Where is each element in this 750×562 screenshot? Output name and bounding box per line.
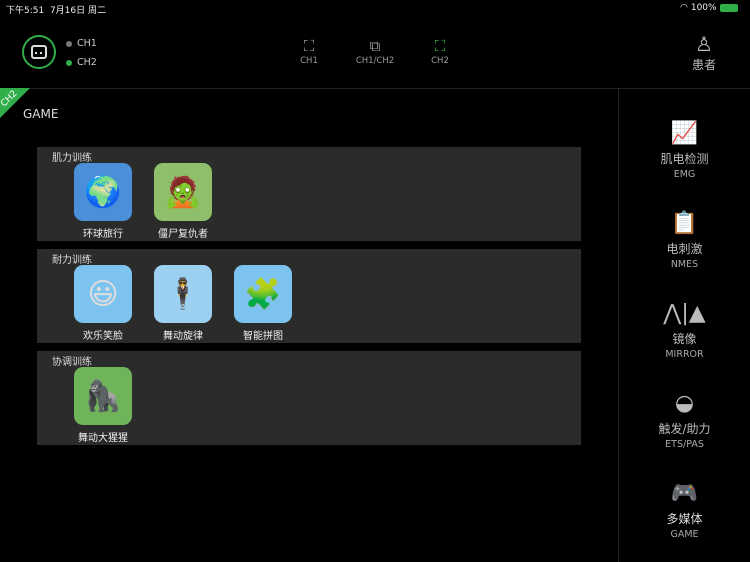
mode-ch2-button[interactable]: ⛶ CH2 [410,36,470,66]
game-label: 欢乐笑脸 [83,331,123,342]
status-time: 下午5:51 7月16日 周二 [6,6,106,16]
sidebar-icon: ⋀|▲ [663,301,706,326]
mode-ch1-button[interactable]: ⛶ CH1 [279,36,339,66]
device-button[interactable] [22,35,56,69]
expand-icon: ⛶ [303,37,315,55]
group-title: 肌力训练 [52,153,92,164]
channel-ch1: CH1 [66,38,97,49]
section-title: GAME [23,107,59,121]
game-app[interactable]: 🌍 环球旅行 [63,163,143,240]
game-app[interactable]: 🕴 舞动旋律 [143,265,223,342]
sidebar-item-mirror[interactable]: ⋀|▲ 镜像 MIRROR [619,298,750,360]
wifi-icon: ◠ [680,3,688,13]
sidebar-icon: 📈 [670,121,699,146]
game-icon[interactable]: 🧩 [234,265,292,323]
game-label: 僵尸复仇者 [158,229,208,240]
game-label: 舞动大猩猩 [78,433,128,444]
sidebar-item-emg[interactable]: 📈 肌电检测 EMG [619,118,750,180]
ch1-dot [66,40,72,47]
sidebar-item-ets-pas[interactable]: ◒ 触发/助力 ETS/PAS [619,388,750,450]
ch2-dot [66,59,72,66]
sidebar-icon: 📋 [670,211,699,236]
game-icon[interactable]: 😃 [74,265,132,323]
game-icon[interactable]: 🕴 [154,265,212,323]
game-app[interactable]: 🦍 舞动大猩猩 [63,367,143,444]
game-icon[interactable]: 🦍 [74,367,132,425]
game-icon[interactable]: 🧟 [154,163,212,221]
game-label: 智能拼图 [243,331,283,342]
game-label: 舞动旋律 [163,331,203,342]
game-app[interactable]: 😃 欢乐笑脸 [63,265,143,342]
sidebar-icon: ◒ [674,391,695,416]
mode-ch1-ch2-button[interactable]: ⧉ CH1/CH2 [345,36,405,66]
game-app[interactable]: 🧩 智能拼图 [223,265,303,342]
sidebar-item-game[interactable]: 🎮 多媒体 GAME [619,478,750,540]
status-battery: ◠ 100% [680,3,738,13]
group-title: 协调训练 [52,357,92,368]
patient-button[interactable]: ♙ 患者 [680,32,728,73]
expand-icon: ⛶ [434,37,446,55]
patient-icon: ♙ [695,32,713,56]
game-group: 肌力训练 🌍 环球旅行 🧟 僵尸复仇者 [37,147,581,241]
overlap-icon: ⧉ [369,37,381,55]
game-group: 协调训练 🦍 舞动大猩猩 [37,351,581,445]
group-title: 耐力训练 [52,255,92,266]
battery-icon [719,4,738,12]
game-app[interactable]: 🧟 僵尸复仇者 [143,163,223,240]
device-icon [31,45,47,59]
channel-ch2: CH2 [66,57,97,68]
header-divider [0,88,750,89]
game-icon[interactable]: 🌍 [74,163,132,221]
game-group: 耐力训练 😃 欢乐笑脸 🕴 舞动旋律 🧩 智能拼图 [37,249,581,343]
game-label: 环球旅行 [83,229,123,240]
sidebar-icon: 🎮 [670,481,699,506]
sidebar-item-nmes[interactable]: 📋 电刺激 NMES [619,208,750,270]
